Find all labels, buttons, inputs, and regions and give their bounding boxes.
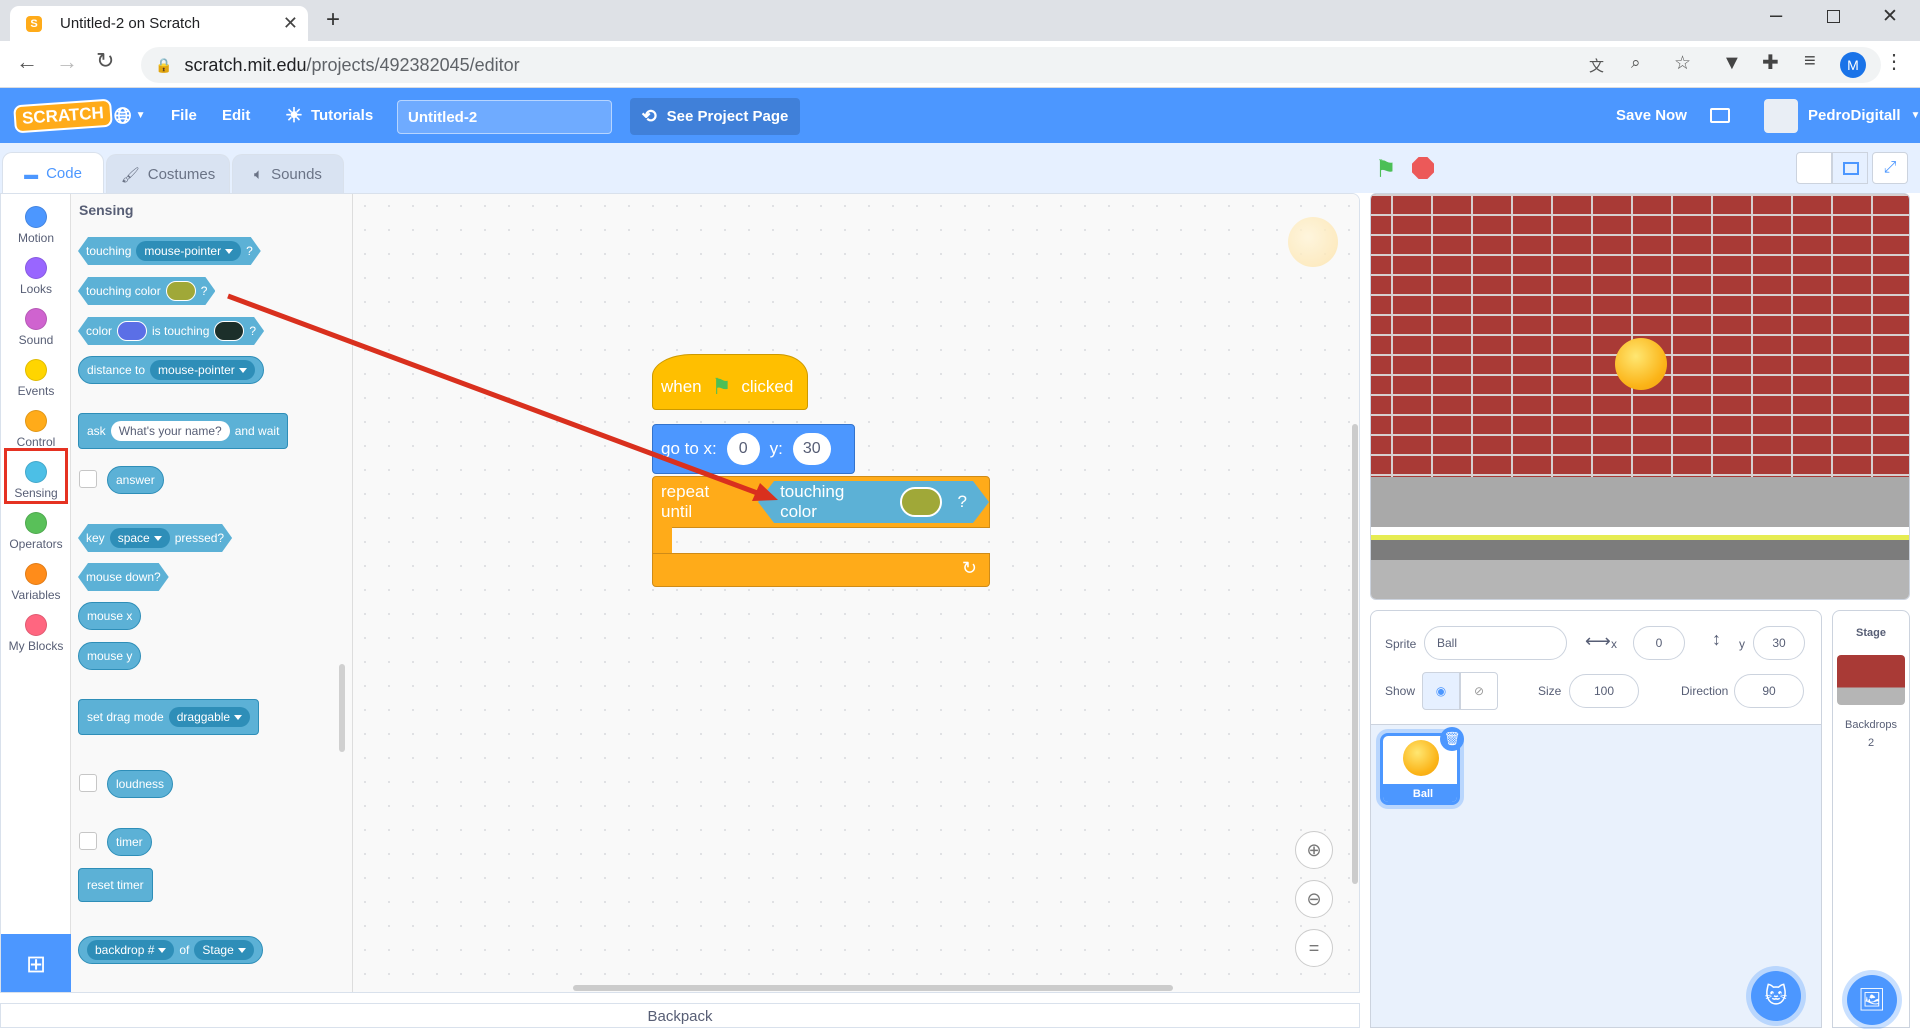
stage-title: Stage: [1856, 627, 1886, 639]
sprite-thumb-label: Ball: [1383, 784, 1457, 802]
x-label: x: [1611, 637, 1617, 651]
sprite-name-input[interactable]: Ball: [1424, 626, 1567, 660]
road-lower: [1371, 540, 1909, 560]
add-sprite-button[interactable]: 🐱︎: [1751, 971, 1801, 1021]
hide-eye-icon[interactable]: ⊘: [1460, 672, 1498, 710]
direction-label: Direction: [1681, 684, 1729, 698]
ball-thumbnail-icon: [1403, 740, 1439, 776]
size-input[interactable]: 100: [1569, 674, 1639, 708]
direction-input[interactable]: 90: [1734, 674, 1804, 708]
sprite-list: Ball 🗑︎ 🐱︎: [1370, 725, 1822, 1028]
backdrop-thumbnail: [1837, 655, 1905, 705]
backpack-bar[interactable]: Backpack: [0, 1003, 1360, 1028]
delete-sprite-icon[interactable]: 🗑︎: [1440, 727, 1464, 751]
brick-wall-backdrop: [1371, 194, 1909, 477]
show-visible-eye-icon[interactable]: ◉: [1422, 672, 1460, 710]
add-backdrop-button[interactable]: 🖼︎: [1847, 975, 1897, 1025]
ball-sprite[interactable]: [1615, 338, 1667, 390]
backdrops-label: Backdrops: [1845, 719, 1897, 731]
y-input[interactable]: 30: [1753, 626, 1805, 660]
size-label: Size: [1538, 684, 1562, 698]
x-arrows-icon: ⟷: [1585, 631, 1611, 651]
sidewalk: [1371, 560, 1909, 599]
y-label: y: [1739, 637, 1745, 651]
sprite-label: Sprite: [1385, 637, 1417, 651]
road-upper: [1371, 477, 1909, 527]
sprite-info-panel: Sprite Ball ⟷ x 0 ↕ y 30 Show ◉ ⊘ Size 1…: [1370, 610, 1822, 725]
show-label: Show: [1385, 684, 1416, 698]
y-arrows-icon: ↕: [1712, 629, 1721, 649]
stage-target-pane[interactable]: Stage Backdrops 2 🖼︎: [1832, 610, 1910, 1028]
backdrops-count: 2: [1867, 737, 1875, 749]
stage-canvas[interactable]: [1370, 193, 1910, 600]
x-input[interactable]: 0: [1633, 626, 1685, 660]
